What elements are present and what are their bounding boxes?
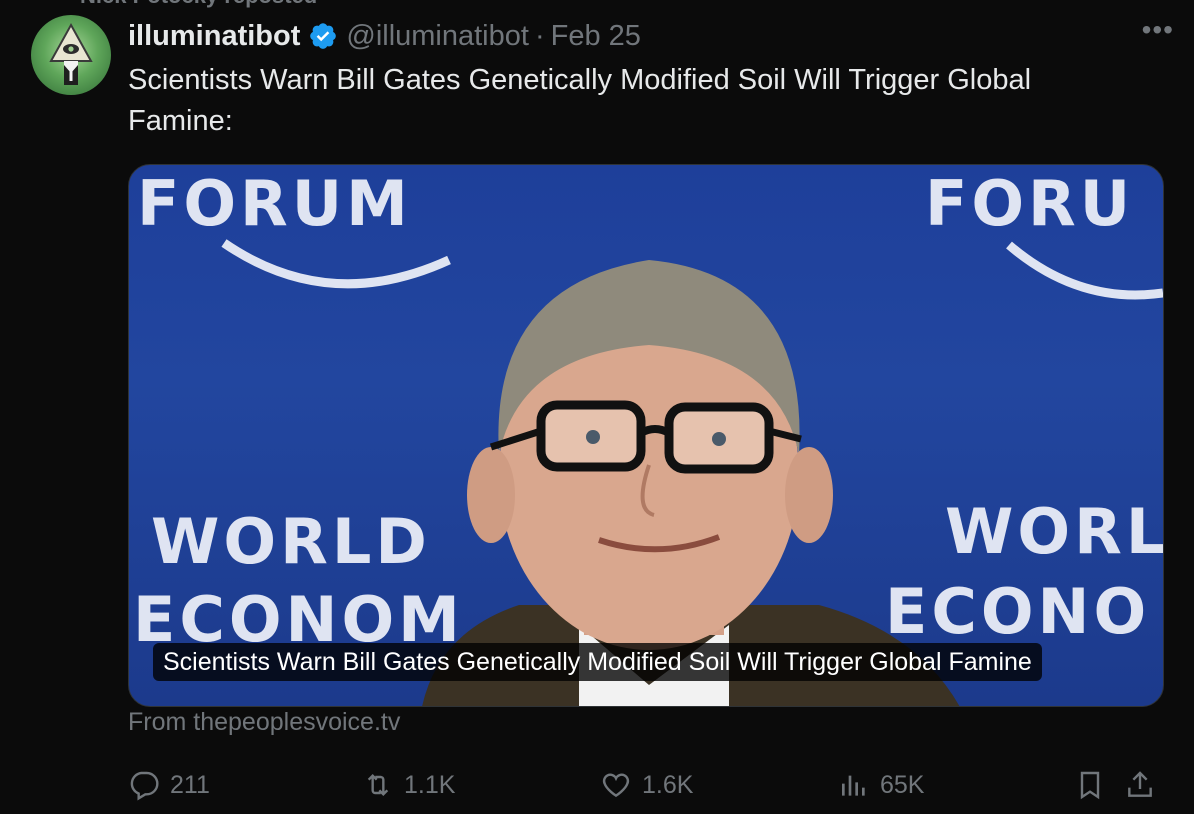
avatar[interactable] bbox=[31, 15, 111, 95]
like-count: 1.6K bbox=[642, 770, 694, 799]
tweet-header: illuminatibot @illuminatibot · Feb 25 bbox=[128, 16, 1174, 56]
author-name[interactable]: illuminatibot bbox=[128, 20, 300, 53]
views-chart-icon bbox=[842, 775, 865, 796]
bookmark-button[interactable] bbox=[1074, 762, 1106, 808]
tweet-actions: 211 1.1K 1.6K 65K bbox=[128, 762, 1162, 808]
card-caption: Scientists Warn Bill Gates Genetically M… bbox=[153, 643, 1042, 681]
header-separator: · bbox=[534, 19, 545, 52]
reply-icon bbox=[130, 771, 159, 801]
reply-button[interactable]: 211 bbox=[128, 762, 210, 808]
repost-count: 1.1K bbox=[404, 770, 456, 799]
like-button[interactable]: 1.6K bbox=[600, 762, 693, 808]
repost-banner-text: Nick Potocky reposted bbox=[80, 0, 317, 9]
card-source-link[interactable]: From thepeoplesvoice.tv bbox=[128, 708, 400, 737]
repost-button[interactable]: 1.1K bbox=[362, 762, 455, 808]
views-count: 65K bbox=[880, 770, 925, 799]
heart-icon bbox=[602, 773, 630, 798]
tweet-text: Scientists Warn Bill Gates Genetically M… bbox=[128, 64, 1032, 137]
repost-banner[interactable]: Nick Potocky reposted bbox=[80, 0, 317, 9]
card-photo-illustration bbox=[221, 239, 1163, 706]
share-button[interactable] bbox=[1124, 762, 1156, 808]
share-icon bbox=[1128, 771, 1152, 797]
link-card-image[interactable]: FORUM FORU WORLD ECONOM WORL ECONO Scien… bbox=[128, 164, 1164, 707]
repost-icon bbox=[367, 773, 389, 797]
bookmark-icon bbox=[1080, 771, 1100, 800]
verified-badge-icon bbox=[310, 23, 337, 49]
illuminati-eye-icon bbox=[49, 22, 93, 85]
more-options-icon[interactable]: ••• bbox=[1142, 14, 1174, 46]
author-handle[interactable]: @illuminatibot bbox=[346, 20, 529, 53]
reply-count: 211 bbox=[170, 770, 210, 799]
views-button[interactable]: 65K bbox=[838, 762, 924, 808]
tweet-date[interactable]: Feb 25 bbox=[551, 20, 641, 53]
